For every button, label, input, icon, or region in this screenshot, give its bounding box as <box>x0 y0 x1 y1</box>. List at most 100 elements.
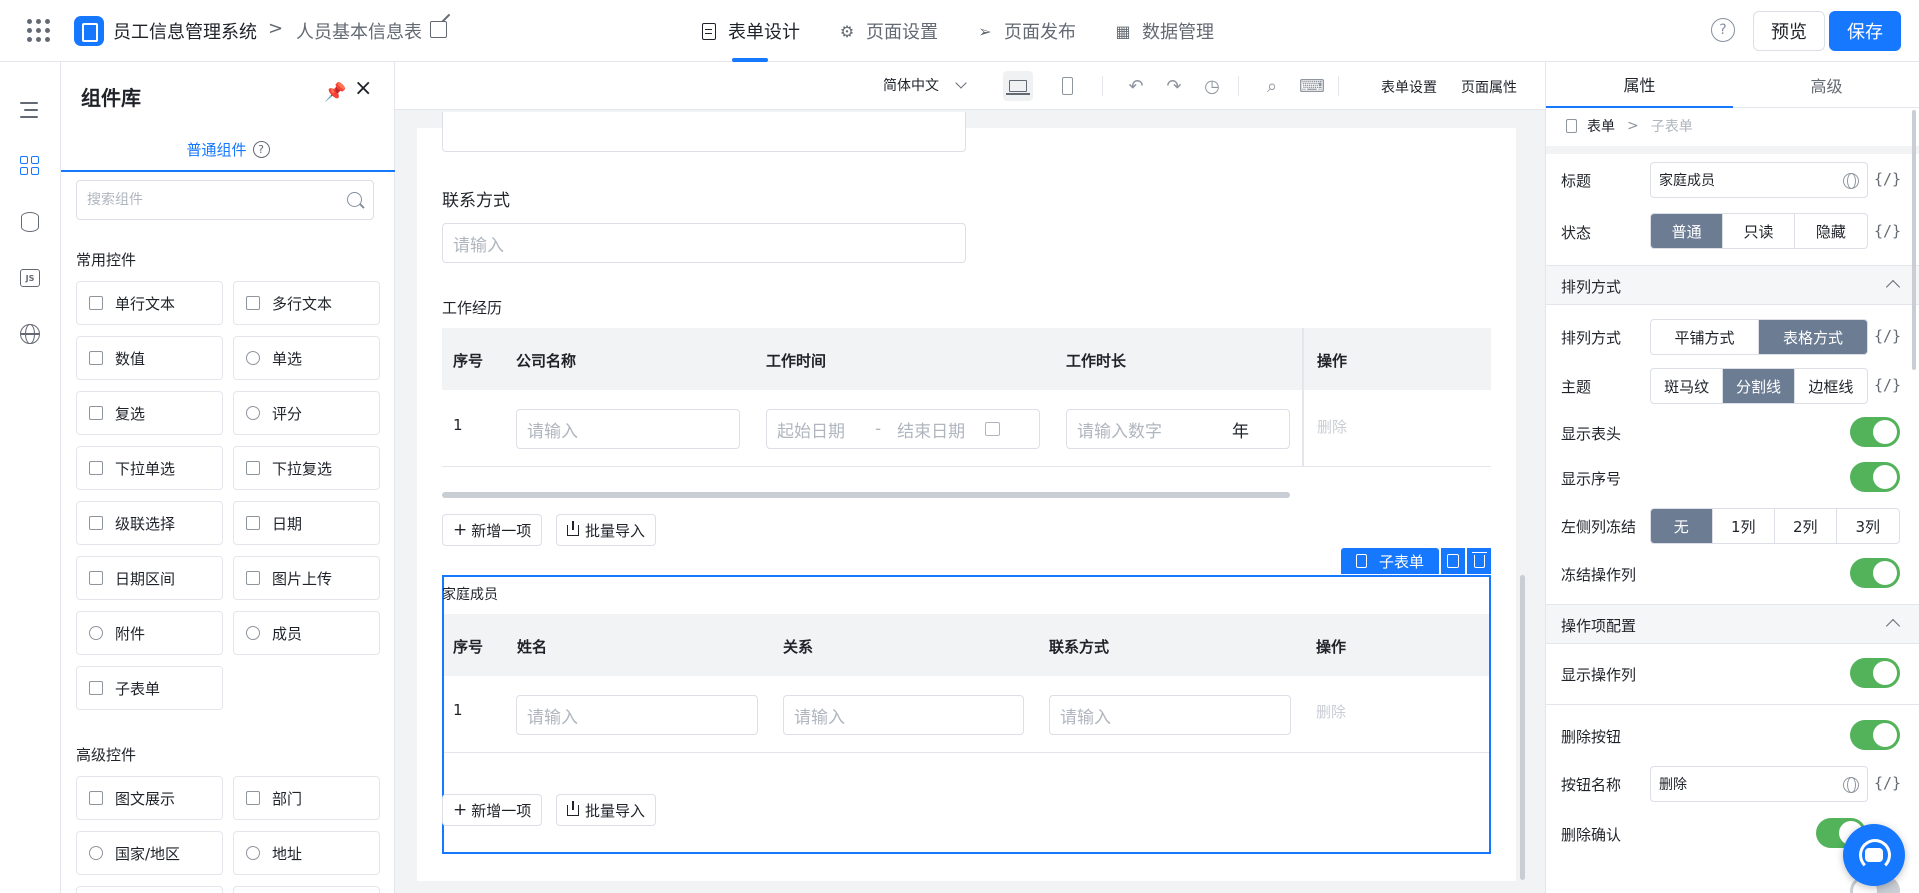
tab-page-settings[interactable]: ⚙ 页面设置 <box>838 0 938 62</box>
component-item[interactable]: 图文展示 <box>76 776 223 820</box>
copy-component-button[interactable] <box>1441 548 1465 574</box>
add-family-row-button[interactable]: + 新增一项 <box>442 794 543 826</box>
tab-form-design[interactable]: 表单设计 <box>700 0 800 62</box>
status-option[interactable]: 隐藏 <box>1795 214 1867 248</box>
canvas-scrollbar[interactable] <box>1520 575 1525 880</box>
pin-icon[interactable]: 📌 <box>324 82 346 103</box>
layout-group-header[interactable]: 排列方式 <box>1546 265 1919 305</box>
duration-input[interactable]: 请输入数字 年 <box>1066 409 1290 449</box>
status-option[interactable]: 只读 <box>1723 214 1795 248</box>
component-item[interactable]: 多行文本 <box>233 281 380 325</box>
component-item[interactable]: 日期区间 <box>76 556 223 600</box>
component-item[interactable]: 数值 <box>76 336 223 380</box>
theme-option[interactable]: 分割线 <box>1723 369 1795 403</box>
theme-option[interactable]: 斑马纹 <box>1651 369 1724 403</box>
table-horizontal-scrollbar[interactable] <box>442 492 1290 498</box>
globe-icon[interactable] <box>1843 777 1859 793</box>
component-item[interactable]: 成员 <box>233 611 380 655</box>
component-item[interactable]: 下拉复选 <box>233 446 380 490</box>
help-icon[interactable]: ? <box>1711 18 1735 42</box>
support-chat-icon[interactable] <box>1843 824 1905 886</box>
redo-icon[interactable]: ↷ <box>1159 71 1189 101</box>
work-date-range[interactable]: 起始日期 - 结束日期 <box>766 409 1040 449</box>
delete-row-link[interactable]: 删除 <box>1317 416 1347 437</box>
status-option[interactable]: 普通 <box>1651 214 1724 248</box>
button-name-input[interactable]: 删除 <box>1650 766 1868 802</box>
component-item[interactable]: 国家/地区 <box>76 831 223 875</box>
delete-button-toggle[interactable] <box>1850 720 1900 750</box>
variable-icon[interactable]: {/} <box>1874 376 1901 394</box>
component-item[interactable] <box>76 886 223 893</box>
component-item[interactable]: 图片上传 <box>233 556 380 600</box>
show-index-toggle[interactable] <box>1850 462 1900 492</box>
title-input[interactable]: 家庭成员 <box>1650 162 1868 198</box>
app-name[interactable]: 员工信息管理系统 <box>113 18 257 44</box>
tab-advanced[interactable]: 高级 <box>1733 62 1919 108</box>
selected-component-tag[interactable]: 子表单 <box>1341 548 1439 574</box>
apps-grid-icon[interactable] <box>27 19 51 43</box>
freeze-option[interactable]: 1列 <box>1713 509 1775 543</box>
component-item[interactable]: 附件 <box>76 611 223 655</box>
search-input[interactable] <box>76 180 374 220</box>
component-item[interactable]: 级联选择 <box>76 501 223 545</box>
component-item[interactable]: 下拉单选 <box>76 446 223 490</box>
name-input[interactable]: 请输入 <box>516 695 758 735</box>
edit-icon[interactable] <box>430 21 447 38</box>
component-item[interactable] <box>233 886 380 893</box>
freeze-option[interactable]: 2列 <box>1775 509 1837 543</box>
preview-button[interactable]: 预览 <box>1753 11 1825 51</box>
search-icon[interactable] <box>347 192 362 207</box>
layout-option[interactable]: 表格方式 <box>1759 320 1867 354</box>
variable-icon[interactable]: {/} <box>1874 222 1901 240</box>
import-work-button[interactable]: 批量导入 <box>556 514 657 546</box>
ops-group-header[interactable]: 操作项配置 <box>1546 604 1919 644</box>
js-icon[interactable]: JS <box>18 266 42 290</box>
component-item[interactable]: 日期 <box>233 501 380 545</box>
variable-icon[interactable]: {/} <box>1874 327 1901 345</box>
page-properties-link[interactable]: 页面属性 <box>1461 77 1517 97</box>
show-ops-toggle[interactable] <box>1850 658 1900 688</box>
tab-common-components[interactable]: 普通组件 ? <box>61 128 395 172</box>
tab-properties[interactable]: 属性 <box>1546 62 1733 108</box>
undo-icon[interactable]: ↶ <box>1121 71 1151 101</box>
import-family-button[interactable]: 批量导入 <box>556 794 657 826</box>
component-item[interactable]: 评分 <box>233 391 380 435</box>
delete-row-link[interactable]: 删除 <box>1316 701 1346 722</box>
family-contact-input[interactable]: 请输入 <box>1049 695 1291 735</box>
globe-icon[interactable] <box>1843 173 1859 189</box>
tab-data-management[interactable]: ▦ 数据管理 <box>1114 0 1214 62</box>
save-button[interactable]: 保存 <box>1829 11 1901 51</box>
tab-page-publish[interactable]: ➢ 页面发布 <box>976 0 1076 62</box>
relation-input[interactable]: 请输入 <box>783 695 1024 735</box>
freeze-option[interactable]: 3列 <box>1837 509 1899 543</box>
component-item[interactable]: 子表单 <box>76 666 223 710</box>
add-work-row-button[interactable]: + 新增一项 <box>442 514 543 546</box>
datasource-icon[interactable] <box>18 210 42 234</box>
variable-icon[interactable]: {/} <box>1874 774 1901 792</box>
desktop-view-icon[interactable] <box>1003 71 1033 101</box>
component-item[interactable]: 单选 <box>233 336 380 380</box>
help-icon[interactable]: ? <box>252 140 270 158</box>
component-item[interactable]: 地址 <box>233 831 380 875</box>
theme-option[interactable]: 边框线 <box>1795 369 1867 403</box>
close-icon[interactable]: × <box>354 78 376 100</box>
freeze-ops-toggle[interactable] <box>1850 558 1900 588</box>
company-input[interactable]: 请输入 <box>516 409 740 449</box>
show-header-toggle[interactable] <box>1850 417 1900 447</box>
form-settings-link[interactable]: 表单设置 <box>1381 77 1437 97</box>
variable-icon[interactable]: {/} <box>1874 170 1901 188</box>
component-item[interactable]: 部门 <box>233 776 380 820</box>
previous-field-input[interactable] <box>442 112 966 152</box>
delete-component-button[interactable] <box>1467 548 1491 574</box>
components-icon[interactable] <box>18 154 42 178</box>
component-item[interactable]: 复选 <box>76 391 223 435</box>
layout-option[interactable]: 平铺方式 <box>1651 320 1759 354</box>
language-select[interactable]: 简体中文 <box>883 75 967 95</box>
search-icon[interactable]: ⌕ <box>1257 71 1287 101</box>
freeze-option[interactable]: 无 <box>1651 509 1713 543</box>
outline-icon[interactable] <box>18 98 42 122</box>
component-item[interactable]: 单行文本 <box>76 281 223 325</box>
mobile-view-icon[interactable] <box>1052 71 1082 101</box>
globe-icon[interactable] <box>18 322 42 346</box>
history-icon[interactable]: ◷ <box>1197 71 1227 101</box>
